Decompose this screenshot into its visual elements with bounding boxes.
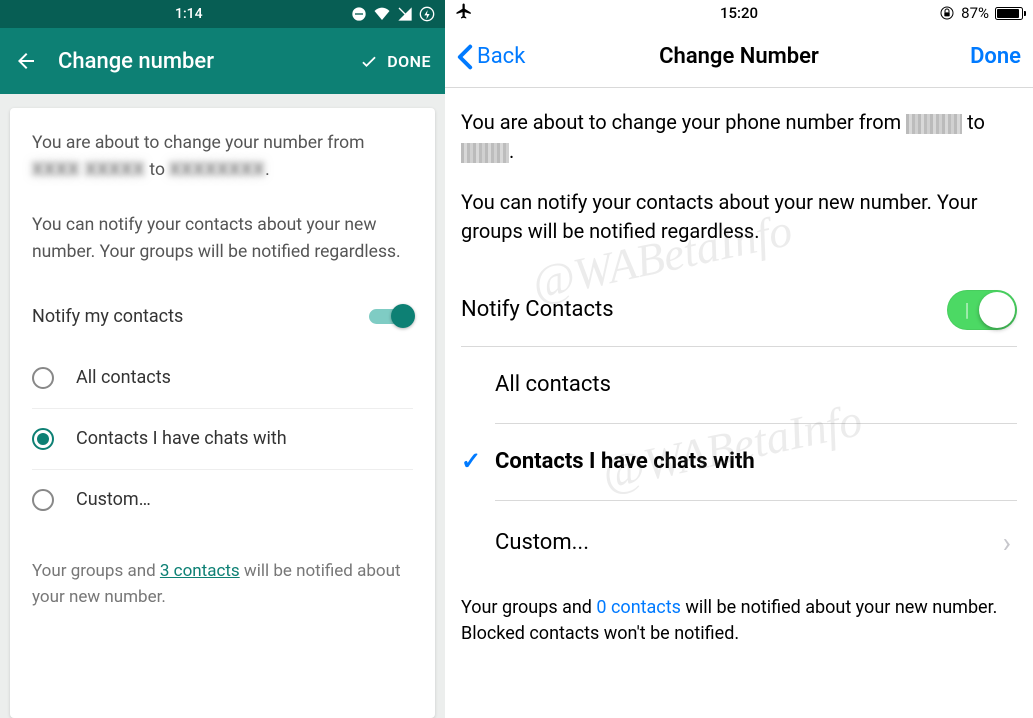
android-screen: 1:14 Change number DONE You are about to… bbox=[0, 0, 445, 718]
old-number-redacted bbox=[906, 114, 962, 134]
status-time: 1:14 bbox=[175, 6, 203, 22]
ios-screen: 15:20 87% Back Change Number Done You ar… bbox=[445, 0, 1033, 718]
option-all-contacts[interactable]: All contacts bbox=[495, 347, 1017, 424]
new-number-redacted bbox=[461, 143, 509, 163]
footer-prefix: Your groups and bbox=[461, 597, 596, 618]
footer-note: Your groups and 0 contacts will be notif… bbox=[461, 595, 1017, 647]
android-app-bar: Change number DONE bbox=[0, 28, 445, 94]
battery-circle-icon bbox=[419, 6, 435, 22]
chevron-right-icon: › bbox=[1003, 523, 1011, 564]
intro-mid: to bbox=[145, 160, 169, 180]
check-icon: ✓ bbox=[461, 444, 481, 479]
radio-icon bbox=[32, 428, 54, 450]
intro-mid: to bbox=[962, 110, 985, 134]
notify-info-text: You can notify your contacts about your … bbox=[32, 212, 413, 266]
status-icons bbox=[351, 6, 435, 22]
contacts-count-link[interactable]: 0 contacts bbox=[596, 597, 681, 618]
option-label: Custom… bbox=[76, 486, 151, 514]
battery-percent: 87% bbox=[961, 4, 989, 22]
back-arrow-icon[interactable] bbox=[14, 49, 38, 73]
option-custom[interactable]: Custom... › bbox=[495, 501, 1017, 586]
notify-toggle-row: Notify my contacts bbox=[32, 303, 413, 331]
done-button[interactable]: Done bbox=[970, 44, 1021, 69]
footer-note: Your groups and 3 contacts will be notif… bbox=[32, 558, 413, 611]
option-chats-contacts[interactable]: Contacts I have chats with bbox=[32, 408, 413, 469]
option-label: Contacts I have chats with bbox=[76, 425, 287, 453]
footer-prefix: Your groups and bbox=[32, 561, 160, 581]
notify-toggle-row: Notify Contacts bbox=[461, 290, 1017, 347]
option-all-contacts[interactable]: All contacts bbox=[32, 348, 413, 408]
done-button[interactable]: DONE bbox=[359, 51, 431, 71]
android-status-bar: 1:14 bbox=[0, 0, 445, 28]
airplane-icon bbox=[455, 2, 473, 24]
notify-label: Notify my contacts bbox=[32, 303, 183, 331]
android-content-card: You are about to change your number from… bbox=[10, 108, 435, 718]
check-icon bbox=[359, 51, 379, 71]
status-time: 15:20 bbox=[720, 4, 758, 22]
radio-icon bbox=[32, 489, 54, 511]
intro-prefix: You are about to change your number from bbox=[32, 133, 364, 153]
notify-info-text: You can notify your contacts about your … bbox=[461, 188, 1017, 246]
nav-title: Change Number bbox=[659, 44, 819, 69]
option-label: All contacts bbox=[76, 364, 171, 392]
intro-text: You are about to change your number from… bbox=[32, 130, 413, 184]
battery-icon bbox=[995, 7, 1023, 20]
intro-suffix: . bbox=[509, 139, 514, 163]
appbar-title: Change number bbox=[58, 49, 339, 74]
option-list: All contacts ✓ Contacts I have chats wit… bbox=[495, 347, 1017, 585]
wifi-icon bbox=[373, 6, 391, 22]
done-label: DONE bbox=[387, 52, 431, 71]
option-chats-contacts[interactable]: ✓ Contacts I have chats with bbox=[495, 424, 1017, 501]
intro-text: You are about to change your phone numbe… bbox=[461, 108, 1017, 166]
new-number-redacted: XXXXXXXX bbox=[169, 157, 265, 184]
old-number-redacted: XXXX XXXXX bbox=[32, 157, 145, 184]
option-label: All contacts bbox=[495, 369, 611, 401]
intro-suffix: . bbox=[265, 160, 270, 180]
option-label: Contacts I have chats with bbox=[495, 446, 755, 478]
orientation-lock-icon bbox=[939, 5, 955, 21]
back-button[interactable]: Back bbox=[457, 44, 525, 70]
option-list: All contacts Contacts I have chats with … bbox=[32, 348, 413, 530]
intro-prefix: You are about to change your phone numbe… bbox=[461, 110, 906, 134]
notify-switch[interactable] bbox=[947, 290, 1017, 330]
ios-content: You are about to change your phone numbe… bbox=[445, 88, 1033, 585]
option-label: Custom... bbox=[495, 527, 589, 559]
ios-status-bar: 15:20 87% bbox=[445, 0, 1033, 26]
contacts-count-link[interactable]: 3 contacts bbox=[160, 561, 240, 581]
notify-label: Notify Contacts bbox=[461, 294, 614, 326]
signal-icon bbox=[397, 6, 413, 22]
ios-nav-bar: Back Change Number Done bbox=[445, 26, 1033, 88]
dnd-icon bbox=[351, 6, 367, 22]
notify-switch[interactable] bbox=[369, 304, 413, 328]
radio-icon bbox=[32, 367, 54, 389]
option-custom[interactable]: Custom… bbox=[32, 469, 413, 530]
back-label: Back bbox=[477, 44, 525, 69]
chevron-left-icon bbox=[457, 44, 473, 70]
status-right: 87% bbox=[939, 4, 1023, 22]
